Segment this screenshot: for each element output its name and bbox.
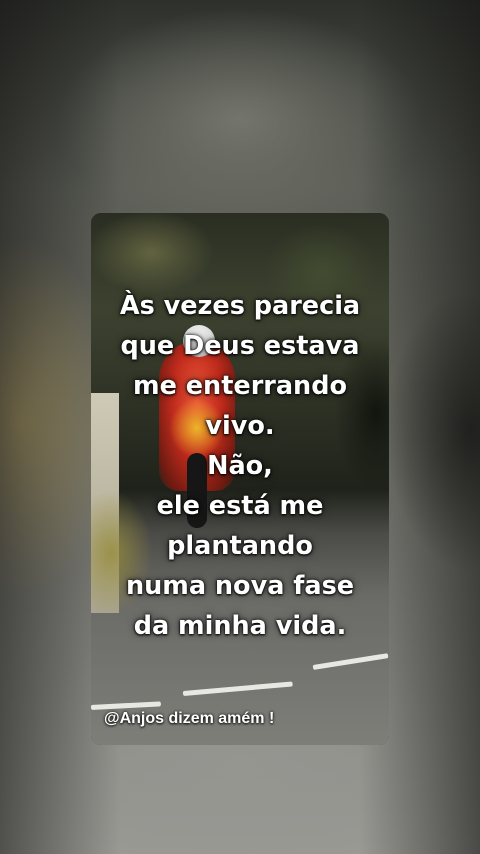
quote-line: da minha vida. xyxy=(133,611,347,641)
quote-line: numa nova fase xyxy=(125,571,355,601)
quote-card: Às vezes parecia que Deus estava me ente… xyxy=(91,213,389,745)
quote-line: que Deus estava xyxy=(120,331,360,361)
quote-line: ele está me xyxy=(156,491,324,521)
quote-line: vivo. xyxy=(205,411,275,441)
quote-line: me enterrando xyxy=(133,371,347,401)
quote-line: plantando xyxy=(167,531,313,561)
quote-line: Não, xyxy=(207,451,273,481)
quote-line: Às vezes parecia xyxy=(119,291,361,321)
watermark-handle: @Anjos dizem amém ! xyxy=(104,710,275,727)
quote-text: Às vezes parecia que Deus estava me ente… xyxy=(91,286,389,646)
story-screen: Às vezes parecia que Deus estava me ente… xyxy=(0,0,480,854)
